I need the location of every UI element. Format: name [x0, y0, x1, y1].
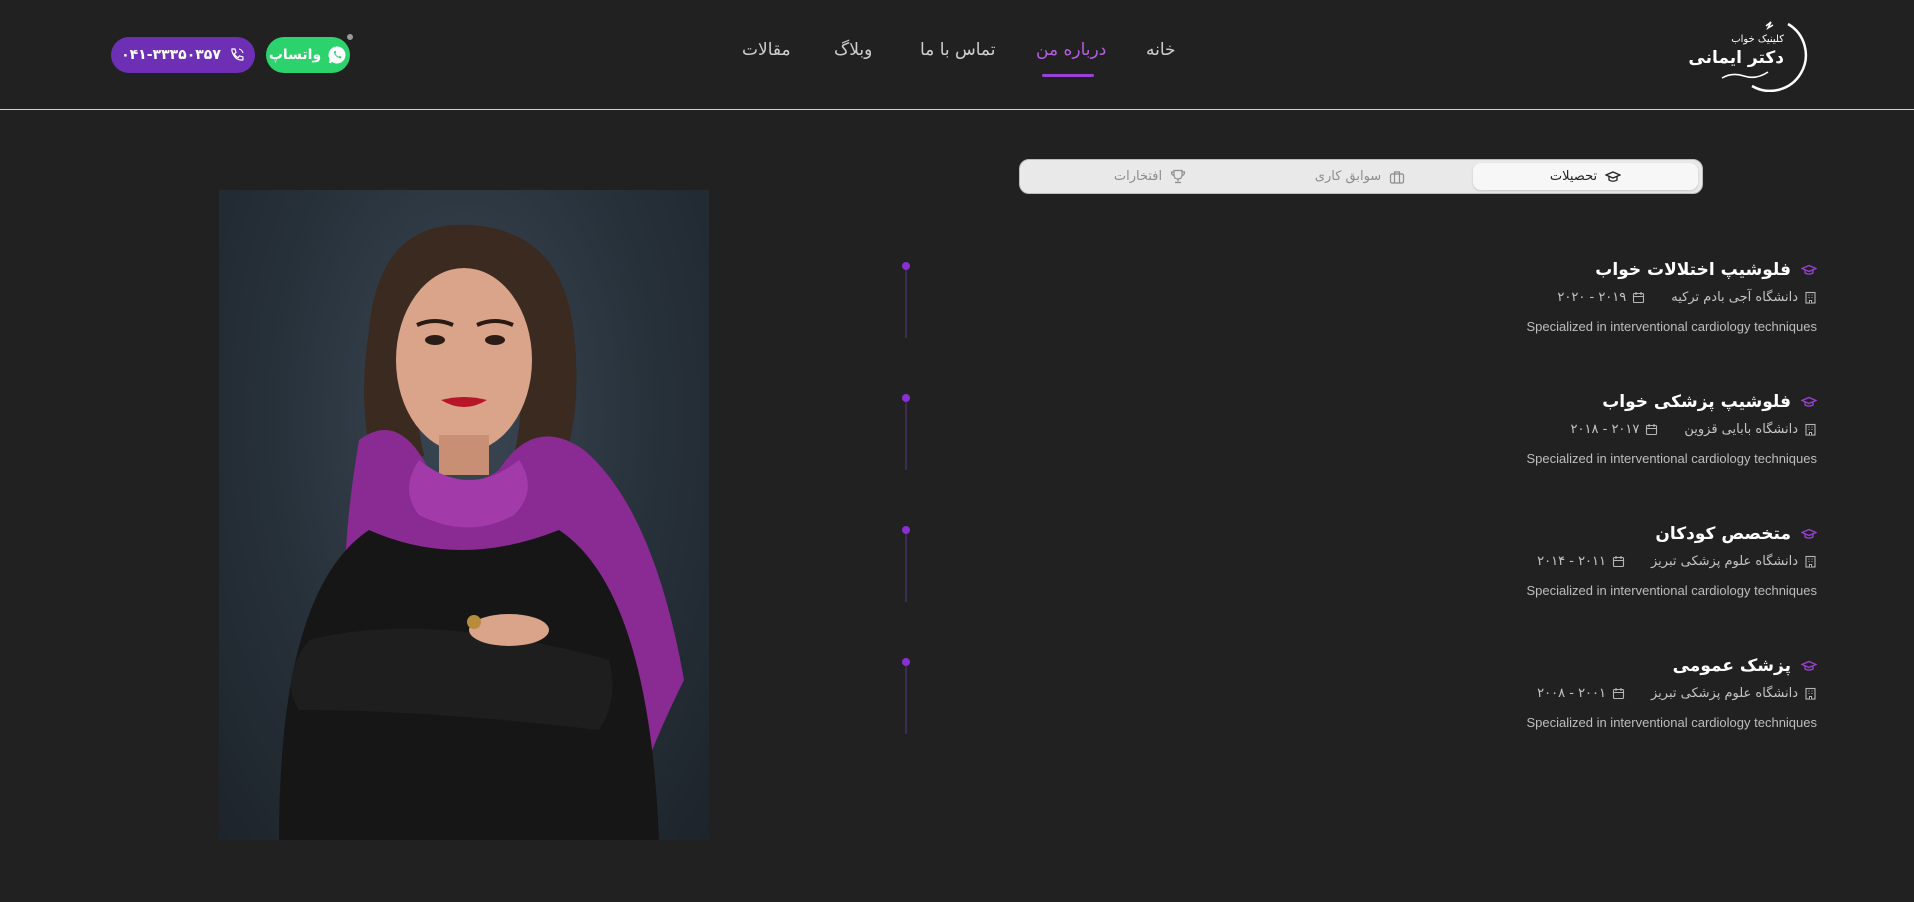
whatsapp-label: واتساپ — [268, 47, 322, 63]
timeline-line — [905, 534, 907, 602]
site-header: کلینیک خواب دکتر ایمانی خانه درباره من ت… — [0, 0, 1914, 110]
education-item-header: پزشک عمومی — [1117, 653, 1817, 679]
timeline-dot — [902, 526, 910, 534]
timeline-line — [905, 402, 907, 470]
clinic-logo[interactable]: کلینیک خواب دکتر ایمانی — [1688, 16, 1810, 93]
nav-home[interactable]: خانه — [1146, 40, 1176, 70]
phone-icon — [231, 48, 244, 61]
education-meta: دانشگاه بابایی قزوین ۲۰۱۷ - ۲۰۱۸ — [1117, 419, 1817, 439]
about-tabs: تحصیلات سوابق کاری افتخارات — [1019, 159, 1703, 194]
education-years: ۲۰۰۱ - ۲۰۰۸ — [1537, 685, 1606, 701]
education-years: ۲۰۱۹ - ۲۰۲۰ — [1557, 289, 1627, 305]
trophy-icon — [1171, 169, 1186, 184]
education-years: ۲۰۱۷ - ۲۰۱۸ — [1570, 421, 1640, 437]
education-title: فلوشیپ پزشکی خواب — [1602, 392, 1791, 412]
calendar-icon — [1633, 291, 1645, 303]
education-item: فلوشیپ اختلالات خواب دانشگاه آجی بادم تر… — [1117, 257, 1817, 334]
education-title: پزشک عمومی — [1672, 656, 1791, 676]
briefcase-icon — [1390, 170, 1405, 184]
tab-education-label: تحصیلات — [1549, 169, 1598, 184]
education-institution: دانشگاه علوم پزشکی تبریز — [1651, 553, 1798, 569]
timeline-dot — [902, 394, 910, 402]
calendar-icon — [1612, 555, 1625, 567]
tab-work-experience[interactable]: سوابق کاری — [1260, 163, 1460, 190]
tab-education[interactable]: تحصیلات — [1473, 163, 1698, 190]
graduation-cap-icon — [1801, 660, 1817, 671]
tab-honors-label: افتخارات — [1113, 169, 1163, 184]
whatsapp-icon — [328, 46, 346, 64]
education-description: Specialized in interventional cardiology… — [1526, 715, 1817, 730]
nav-blog[interactable]: وبلاگ — [834, 40, 872, 70]
portrait-illustration — [279, 224, 684, 840]
education-meta: دانشگاه علوم پزشکی تبریز ۲۰۱۱ - ۲۰۱۴ — [1117, 551, 1817, 571]
nav-contact[interactable]: تماس با ما — [920, 40, 996, 70]
doctor-portrait — [219, 190, 709, 840]
logo-subtitle: کلینیک خواب — [1731, 34, 1784, 45]
building-icon — [1805, 423, 1816, 436]
graduation-cap-icon — [1801, 264, 1817, 275]
education-institution: دانشگاه آجی بادم ترکیه — [1671, 289, 1798, 305]
education-title: متخصص کودکان — [1655, 524, 1791, 544]
education-years: ۲۰۱۱ - ۲۰۱۴ — [1537, 553, 1606, 569]
education-description: Specialized in interventional cardiology… — [1526, 319, 1817, 334]
building-icon — [1805, 291, 1816, 304]
calendar-icon — [1646, 423, 1658, 435]
education-item: متخصص کودکان دانشگاه علوم پزشکی تبریز ۲۰… — [1117, 521, 1817, 598]
education-description: Specialized in interventional cardiology… — [1526, 583, 1817, 598]
education-description: Specialized in interventional cardiology… — [1526, 451, 1817, 466]
education-institution: دانشگاه علوم پزشکی تبریز — [1651, 685, 1798, 701]
logo-title: دکتر ایمانی — [1688, 48, 1784, 68]
nav-articles[interactable]: مقالات — [742, 40, 791, 70]
whatsapp-button[interactable]: واتساپ — [266, 37, 350, 73]
education-item: فلوشیپ پزشکی خواب دانشگاه بابایی قزوین ۲… — [1117, 389, 1817, 466]
calendar-icon — [1612, 687, 1625, 699]
phone-number: ۰۴۱-۳۳۳۵۰۳۵۷ — [121, 47, 221, 63]
education-item-header: فلوشیپ اختلالات خواب — [1117, 257, 1817, 283]
building-icon — [1805, 687, 1816, 700]
education-title: فلوشیپ اختلالات خواب — [1595, 260, 1791, 280]
graduation-cap-icon — [1801, 528, 1817, 539]
graduation-cap-icon — [1605, 170, 1622, 182]
education-item-header: فلوشیپ پزشکی خواب — [1117, 389, 1817, 415]
education-meta: دانشگاه آجی بادم ترکیه ۲۰۱۹ - ۲۰۲۰ — [1117, 287, 1817, 307]
timeline-dot — [902, 262, 910, 270]
education-meta: دانشگاه علوم پزشکی تبریز ۲۰۰۱ - ۲۰۰۸ — [1117, 683, 1817, 703]
education-item-header: متخصص کودکان — [1117, 521, 1817, 547]
graduation-cap-icon — [1801, 396, 1817, 407]
timeline-line — [905, 270, 907, 338]
nav-active-indicator — [1042, 74, 1094, 77]
tab-work-label: سوابق کاری — [1314, 169, 1382, 184]
building-icon — [1805, 555, 1816, 568]
education-institution: دانشگاه بابایی قزوین — [1684, 421, 1798, 437]
tab-honors[interactable]: افتخارات — [1060, 163, 1240, 190]
timeline-line — [905, 666, 907, 734]
notification-dot — [346, 33, 354, 41]
education-item: پزشک عمومی دانشگاه علوم پزشکی تبریز ۲۰۰۱… — [1117, 653, 1817, 730]
timeline-dot — [902, 658, 910, 666]
phone-button[interactable]: ۰۴۱-۳۳۳۵۰۳۵۷ — [111, 37, 255, 73]
nav-about[interactable]: درباره من — [1036, 40, 1106, 70]
